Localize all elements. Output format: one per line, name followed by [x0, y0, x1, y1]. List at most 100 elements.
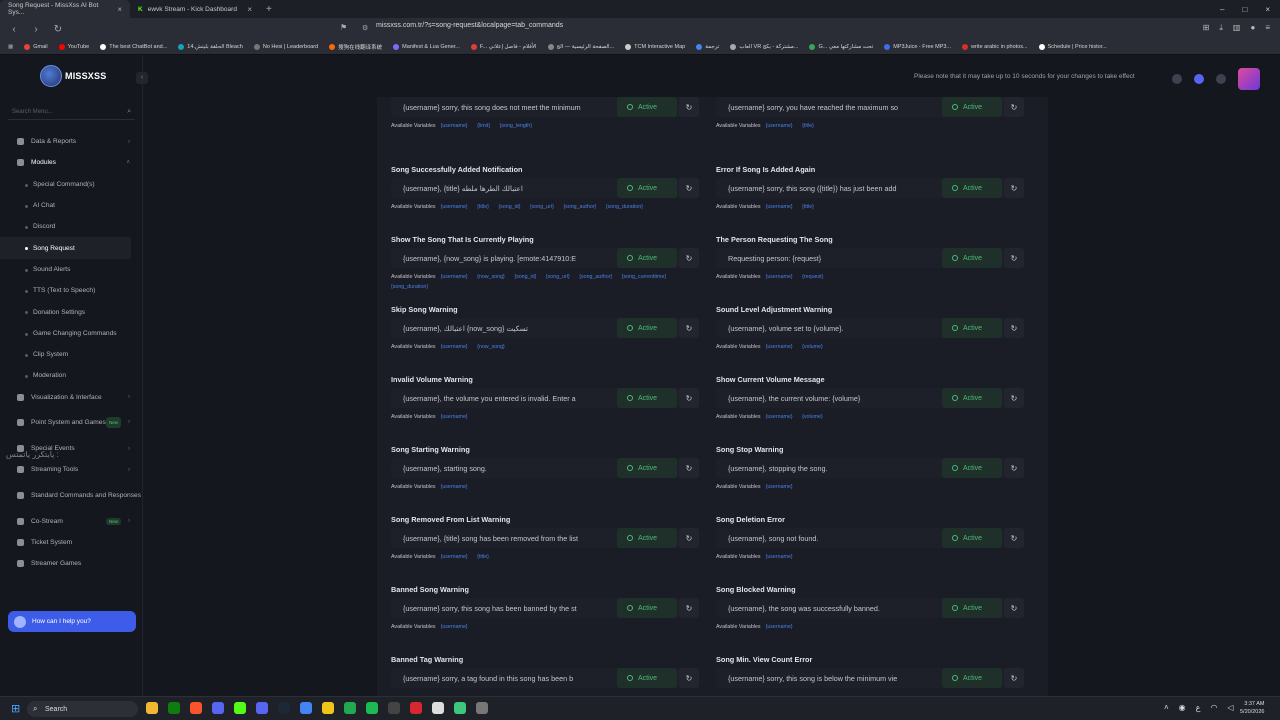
steam-icon[interactable] [278, 702, 290, 714]
sidebar-item[interactable]: TTS (Text to Speech) [0, 280, 143, 301]
variable-chip[interactable]: {song_length} [500, 123, 532, 129]
status-toggle[interactable]: Active [942, 668, 1002, 688]
profile-icon[interactable]: ● [1250, 23, 1255, 33]
status-toggle[interactable]: Active [617, 668, 677, 688]
variable-chip[interactable]: {song_author} [563, 204, 596, 210]
bookmark-item[interactable]: MP3Juice - Free MP3... [884, 44, 951, 50]
variable-chip[interactable]: {username} [441, 484, 468, 490]
app-icon[interactable] [454, 702, 466, 714]
sidebar-item[interactable]: AI Chat [0, 195, 143, 216]
sidebar-icon[interactable]: ▥ [1233, 23, 1241, 33]
bookmark-item[interactable]: TCM Interactive Map [625, 44, 685, 50]
command-response-input[interactable]: {username}, stopping the song. Active ↻ [716, 458, 1024, 478]
command-response-input[interactable]: {username} sorry, this song is below the… [716, 668, 1024, 688]
windows-start-icon[interactable]: ⊞ [11, 703, 23, 715]
status-toggle[interactable]: Active [942, 97, 1002, 117]
status-toggle[interactable]: Active [617, 318, 677, 338]
extensions-icon[interactable]: ⊞ [1203, 23, 1210, 33]
variable-chip[interactable]: {username} [766, 414, 793, 420]
variable-chip[interactable]: {username} [766, 123, 793, 129]
sidebar-item[interactable]: Ticket System [0, 532, 143, 553]
variable-chip[interactable]: {title} [477, 554, 489, 560]
bookmark-item[interactable]: write arabic in photos... [962, 44, 1028, 50]
language-icon[interactable]: ع [1196, 703, 1201, 712]
bookmark-item[interactable]: The best ChatBot and... [100, 44, 167, 50]
tool-icon[interactable] [388, 702, 400, 714]
command-response-input[interactable]: {username}, اعتبالك {now_song} تسكيت Acti… [391, 318, 699, 338]
xbox-game-bar-icon[interactable] [344, 702, 356, 714]
discord-icon[interactable] [1194, 74, 1204, 84]
spotify-icon[interactable] [366, 702, 378, 714]
status-toggle[interactable]: Active [942, 528, 1002, 548]
variable-chip[interactable]: {username} [766, 624, 793, 630]
site-info-icon[interactable]: ⚙ [362, 24, 368, 32]
sidebar-item[interactable]: Clip System [0, 344, 143, 365]
variable-chip[interactable]: {username} [441, 204, 468, 210]
bookmark-item[interactable]: YouTube [58, 44, 89, 50]
close-tab-icon[interactable]: × [117, 5, 122, 14]
sidebar-item[interactable]: Game Changing Commands [0, 323, 143, 344]
status-toggle[interactable]: Active [617, 178, 677, 198]
variable-chip[interactable]: {song_id} [498, 204, 520, 210]
command-response-input[interactable]: {username}, {title} song has been remove… [391, 528, 699, 548]
volume-icon[interactable]: ◁ [1227, 703, 1233, 712]
status-toggle[interactable]: Active [617, 598, 677, 618]
sidebar-item[interactable]: Streamer Games [0, 553, 143, 574]
sidebar-item[interactable]: Visualization & Interface › [0, 387, 143, 408]
status-toggle[interactable]: Active [617, 248, 677, 268]
bookmark-item[interactable]: 14.الحلقة بليتش Bleach [178, 44, 243, 50]
new-tab-icon[interactable]: + [260, 4, 278, 15]
bookmark-item[interactable]: العاب VR مشتركة - بكج... [730, 44, 798, 50]
browser-tab-kick[interactable]: K ewvk Stream - Kick Dashboard × [130, 0, 260, 18]
reset-button[interactable]: ↻ [679, 248, 699, 268]
reset-button[interactable]: ↻ [679, 528, 699, 548]
bookmark-item[interactable]: Schedule | Price histor... [1038, 44, 1107, 50]
status-toggle[interactable]: Active [617, 458, 677, 478]
download-icon[interactable]: ⤓ [1219, 23, 1223, 33]
help-button[interactable]: How can I help you? [8, 611, 136, 632]
close-window-icon[interactable]: × [1265, 5, 1270, 14]
status-toggle[interactable]: Active [617, 388, 677, 408]
variable-chip[interactable]: {username} [766, 344, 793, 350]
wifi-icon[interactable]: ◠ [1210, 703, 1217, 712]
variable-chip[interactable]: {song_url} [530, 204, 554, 210]
variable-chip[interactable]: {song_currenttime} [622, 274, 666, 280]
reset-button[interactable]: ↻ [1004, 528, 1024, 548]
variable-chip[interactable]: {username} [441, 414, 468, 420]
command-response-input[interactable]: Requesting person: {request} Active ↻ [716, 248, 1024, 268]
variable-chip[interactable]: {song_url} [546, 274, 570, 280]
bookmark-item[interactable]: ترجمة [696, 44, 719, 50]
sidebar-item[interactable]: Song Request [0, 237, 131, 259]
sidebar-item[interactable]: Moderation [0, 365, 143, 386]
reset-button[interactable]: ↻ [1004, 248, 1024, 268]
sidebar-item[interactable]: Point System and Games New › [0, 408, 143, 438]
status-toggle[interactable]: Active [942, 178, 1002, 198]
support-icon[interactable] [1172, 74, 1182, 84]
apps-icon[interactable]: ▦ [8, 44, 13, 50]
command-response-input[interactable]: {username} sorry, this song does not mee… [391, 97, 699, 117]
sidebar-item[interactable]: Donation Settings [0, 301, 143, 322]
brave-icon[interactable] [190, 702, 202, 714]
bookmark-page-icon[interactable]: ⚑ [340, 23, 347, 32]
sidebar-item[interactable]: Modules ˄ [0, 152, 143, 173]
settings-icon[interactable] [476, 702, 488, 714]
reset-button[interactable]: ↻ [679, 388, 699, 408]
variable-chip[interactable]: {username} [766, 274, 793, 280]
bookmark-item[interactable]: 搜狗在线翻译系统 [329, 43, 382, 51]
discord-app-icon[interactable] [212, 702, 224, 714]
reset-button[interactable]: ↻ [1004, 178, 1024, 198]
tray-chevron-icon[interactable]: ˄ [1164, 703, 1169, 712]
sidebar-item[interactable]: Discord [0, 216, 143, 237]
bookmark-item[interactable]: No Hesi | Leaderboard [253, 44, 318, 50]
command-response-input[interactable]: {username}, {now_song} is playing. [emot… [391, 248, 699, 268]
status-toggle[interactable]: Active [942, 318, 1002, 338]
brand-logo[interactable]: MISSXSS [40, 65, 106, 87]
variable-chip[interactable]: {title} [802, 204, 814, 210]
command-response-input[interactable]: {username} sorry, this song has been ban… [391, 598, 699, 618]
chat-app-icon[interactable] [256, 702, 268, 714]
variable-chip[interactable]: {username} [441, 123, 468, 129]
variable-chip[interactable]: {volume} [802, 344, 823, 350]
variable-chip[interactable]: {username} [441, 344, 468, 350]
reset-button[interactable]: ↻ [1004, 318, 1024, 338]
reset-button[interactable]: ↻ [679, 178, 699, 198]
